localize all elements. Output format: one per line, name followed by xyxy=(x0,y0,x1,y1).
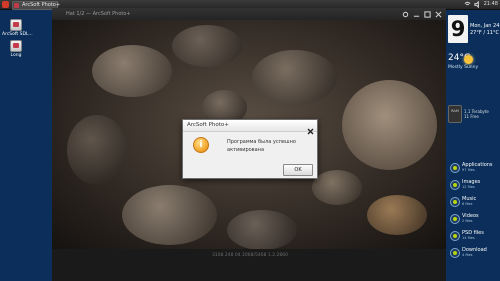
ok-button[interactable]: OK xyxy=(283,164,313,176)
info-icon: i xyxy=(193,137,209,153)
status-text: 3108 248 04 2068/5468 1.2.2860 xyxy=(212,253,288,258)
arcsoft-app-icon xyxy=(10,19,22,31)
folder-icon xyxy=(450,197,460,207)
meter-label: RAM xyxy=(451,109,459,113)
folder-icon xyxy=(450,248,460,258)
folder-count: 12 files xyxy=(462,185,475,189)
clock-widget: 9 xyxy=(448,15,468,43)
sun-icon xyxy=(464,55,473,64)
desktop-icon-label: ArcSoft SDL... xyxy=(2,32,33,37)
volume-icon[interactable] xyxy=(473,1,481,8)
folder-item-music[interactable]: Music 6 files xyxy=(450,195,500,212)
close-icon[interactable] xyxy=(435,11,442,18)
clock-digit: 9 xyxy=(450,17,466,41)
activation-dialog: ArcSoft Photo+ i Программа была успешно … xyxy=(182,119,318,179)
disk-widget: 1.1 Terabyte 11 Free xyxy=(464,109,494,119)
weather-widget: 24°C Mostly Sunny xyxy=(448,53,498,70)
date-line2: 27°F / 11°C xyxy=(470,30,499,36)
settings-icon[interactable] xyxy=(402,11,409,18)
window-titlebar[interactable]: Hat 1/2 — ArcSoft Photo+ xyxy=(52,8,446,20)
dialog-title: ArcSoft Photo+ xyxy=(187,122,229,128)
photo-stone xyxy=(67,115,127,185)
photo-stone xyxy=(172,25,242,67)
maximize-icon[interactable] xyxy=(424,11,431,18)
disk-line2: 11 Free xyxy=(464,114,479,119)
arcsoft-icon xyxy=(14,3,19,8)
folder-count: 6 files xyxy=(462,202,473,206)
dialog-close-button[interactable] xyxy=(306,121,315,135)
folder-item-images[interactable]: Images 12 files xyxy=(450,178,500,195)
window-buttons xyxy=(402,11,442,18)
folder-item-psd[interactable]: PSD files 14 files xyxy=(450,229,500,246)
app-menu-icon[interactable] xyxy=(2,1,9,8)
folder-icon xyxy=(450,231,460,241)
date-widget: Mon, Jan 24 27°F / 11°C xyxy=(470,23,500,37)
dialog-message-line1: Программа была успешно xyxy=(227,139,296,145)
widget-panel: 9 Mon, Jan 24 27°F / 11°C 24°C Mostly Su… xyxy=(446,9,500,281)
photo-stone xyxy=(227,210,297,249)
wifi-icon[interactable] xyxy=(464,1,471,8)
photo-stone xyxy=(92,45,172,97)
photo-stone xyxy=(122,185,217,245)
minimize-icon[interactable] xyxy=(413,11,420,18)
folder-item-videos[interactable]: Videos 2 files xyxy=(450,212,500,229)
folder-icon xyxy=(450,180,460,190)
status-bar: 3108 248 04 2068/5468 1.2.2860 xyxy=(52,249,446,281)
photo-stone xyxy=(252,50,337,105)
dialog-titlebar[interactable]: ArcSoft Photo+ xyxy=(183,120,317,132)
dialog-message-line2: активирована xyxy=(227,147,265,153)
folder-count: 97 files xyxy=(462,168,475,172)
desktop-icon-arcsoft[interactable]: ArcSoft SDL... xyxy=(2,19,33,37)
window-title: Hat 1/2 — ArcSoft Photo+ xyxy=(66,11,131,17)
photo-stone xyxy=(342,80,437,170)
desktop-icon-label: Long xyxy=(10,53,22,58)
long-app-icon xyxy=(10,40,22,52)
folder-count: 2 files xyxy=(462,219,473,223)
date-line1: Mon, Jan 24 xyxy=(470,23,500,29)
folder-icon xyxy=(450,214,460,224)
folder-icon xyxy=(450,163,460,173)
photo-stone xyxy=(312,170,362,205)
folder-item-download[interactable]: Download 4 files xyxy=(450,246,500,263)
weather-condition: Mostly Sunny xyxy=(448,65,479,70)
folder-item-applications[interactable]: Applications 97 files xyxy=(450,161,500,178)
folder-count: 4 files xyxy=(462,253,473,257)
folder-count: 14 files xyxy=(462,236,475,240)
desktop-icon-long[interactable]: Long xyxy=(2,40,30,58)
weather-temp: 24°C xyxy=(448,53,471,63)
meter-widget: RAM xyxy=(448,105,462,123)
close-icon xyxy=(307,128,314,135)
folders-list: Applications 97 files Images 12 files Mu… xyxy=(450,161,500,263)
dialog-message: Программа была успешно активирована xyxy=(227,138,296,154)
system-tray: 21:48 xyxy=(464,1,498,8)
clock-text: 21:48 xyxy=(483,1,498,7)
photo-stone xyxy=(367,195,427,235)
